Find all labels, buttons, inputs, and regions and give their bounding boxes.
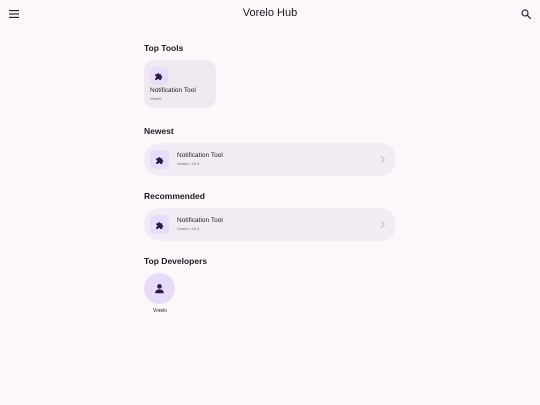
puzzle-icon bbox=[150, 150, 169, 169]
list-item-name: Notification Tool bbox=[177, 152, 223, 159]
tool-card[interactable]: Notification Tool Vorelo bbox=[144, 60, 216, 108]
top-app-bar: Vorelo Hub bbox=[0, 0, 540, 28]
list-item[interactable]: Notification Tool Vorelo • v2.4 bbox=[144, 208, 396, 241]
chevron-right-icon bbox=[379, 220, 387, 229]
section-title-recommended: Recommended bbox=[144, 191, 205, 201]
section-title-top-developers: Top Developers bbox=[144, 256, 208, 266]
person-icon bbox=[144, 273, 175, 304]
search-icon[interactable] bbox=[517, 5, 535, 23]
main-content: Top Tools Notification Tool Vorelo Newes… bbox=[144, 42, 397, 314]
developer-item[interactable]: Vorelo bbox=[144, 273, 176, 314]
app-title: Vorelo Hub bbox=[242, 7, 298, 19]
section-title-newest: Newest bbox=[144, 126, 174, 136]
tool-card-name: Notification Tool bbox=[150, 87, 196, 94]
tool-card-developer: Vorelo bbox=[150, 96, 162, 101]
list-item-subtitle: Vorelo • v2.4 bbox=[177, 161, 200, 166]
list-item-subtitle: Vorelo • v2.4 bbox=[177, 226, 200, 231]
puzzle-icon bbox=[150, 215, 169, 234]
section-title-top-tools: Top Tools bbox=[144, 43, 184, 53]
chevron-right-icon bbox=[379, 155, 387, 164]
list-item-name: Notification Tool bbox=[177, 217, 223, 224]
list-item[interactable]: Notification Tool Vorelo • v2.4 bbox=[144, 143, 396, 176]
puzzle-icon bbox=[150, 67, 168, 85]
developer-name: Vorelo bbox=[152, 308, 168, 314]
